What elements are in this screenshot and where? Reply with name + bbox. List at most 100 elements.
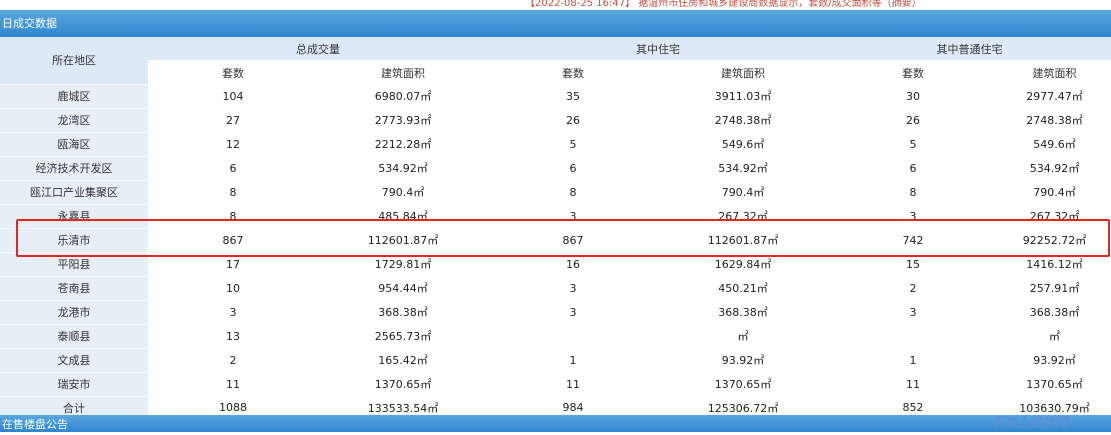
- table-cell: 6: [828, 156, 998, 180]
- group-header-residential: 其中住宅: [488, 37, 828, 61]
- table-cell: 267.32㎡: [998, 204, 1111, 228]
- table-row: 瓯海区 12 2212.28㎡ 5 549.6㎡ 5 549.6㎡: [0, 131, 1111, 156]
- region-name: 瓯江口产业集聚区: [0, 179, 148, 204]
- table-cell: 867: [488, 228, 658, 252]
- subheader-count: 套数: [828, 60, 998, 84]
- table-cell: 13: [148, 324, 318, 348]
- table-cell: 2773.93㎡: [318, 108, 488, 132]
- table-cell: 3: [828, 204, 998, 228]
- table-cell: 8: [148, 204, 318, 228]
- table-row: 鹿城区 104 6980.07㎡ 35 3911.03㎡ 30 2977.47㎡: [0, 83, 1111, 108]
- table-cell: 8: [828, 180, 998, 204]
- table-cell: 2748.38㎡: [658, 108, 828, 132]
- region-name: 瑞安市: [0, 371, 148, 396]
- table-cell: 267.32㎡: [658, 204, 828, 228]
- table-cell: 3: [148, 300, 318, 324]
- table-row: 苍南县 10 954.44㎡ 3 450.21㎡ 2 257.91㎡: [0, 275, 1111, 300]
- table-cell: 485.84㎡: [318, 204, 488, 228]
- section-title: 日成交数据: [2, 17, 57, 30]
- table-cell: 790.4㎡: [318, 180, 488, 204]
- table-cell: 534.92㎡: [658, 156, 828, 180]
- group-header-total: 总成交量: [148, 37, 488, 61]
- watermark: 乐清上班族网: [990, 416, 1069, 431]
- table-cell: 93.92㎡: [998, 348, 1111, 372]
- table-row: 平阳县 17 1729.81㎡ 16 1629.84㎡ 15 1416.12㎡: [0, 251, 1111, 276]
- subheader-count: 套数: [148, 60, 318, 84]
- table-row: 文成县 2 165.42㎡ 1 93.92㎡ 1 93.92㎡: [0, 347, 1111, 372]
- region-header: 所在地区: [0, 37, 148, 84]
- table-cell: 17: [148, 252, 318, 276]
- table-cell: 35: [488, 84, 658, 108]
- table-cell: 3: [488, 204, 658, 228]
- table-cell: 368.38㎡: [998, 300, 1111, 324]
- table-row: 瓯江口产业集聚区 8 790.4㎡ 8 790.4㎡ 8 790.4㎡: [0, 179, 1111, 204]
- table-cell: 3911.03㎡: [658, 84, 828, 108]
- table-cell: 15: [828, 252, 998, 276]
- table-row: 永嘉县 8 485.84㎡ 3 267.32㎡ 3 267.32㎡: [0, 203, 1111, 228]
- transaction-table: 所在地区 总成交量 其中住宅 其中普通住宅 套数 建筑面积 套数 建筑面积 套数…: [0, 37, 1111, 420]
- table-cell: 1729.81㎡: [318, 252, 488, 276]
- region-name: 瓯海区: [0, 131, 148, 156]
- table-cell: 16: [488, 252, 658, 276]
- subheader-area: 建筑面积: [658, 60, 828, 84]
- table-cell: 112601.87㎡: [658, 228, 828, 252]
- table-cell: 93.92㎡: [658, 348, 828, 372]
- subheader-count: 套数: [488, 60, 658, 84]
- table-cell: 1416.12㎡: [998, 252, 1111, 276]
- table-cell: 2748.38㎡: [998, 108, 1111, 132]
- table-cell: 11: [148, 372, 318, 396]
- table-cell: 450.21㎡: [658, 276, 828, 300]
- table-cell: 5: [488, 132, 658, 156]
- table-cell: 8: [148, 180, 318, 204]
- table-cell: 1370.65㎡: [998, 372, 1111, 396]
- region-name: 永嘉县: [0, 203, 148, 228]
- table-cell: [828, 324, 998, 348]
- subheader-area: 建筑面积: [318, 60, 488, 84]
- table-cell: 2212.28㎡: [318, 132, 488, 156]
- table-cell: 26: [828, 108, 998, 132]
- region-name: 龙港市: [0, 299, 148, 324]
- table-cell: 790.4㎡: [998, 180, 1111, 204]
- group-header-ordinary-residential: 其中普通住宅: [828, 37, 1111, 61]
- table-row: 瑞安市 11 1370.65㎡ 11 1370.65㎡ 11 1370.65㎡: [0, 371, 1111, 396]
- region-name: 平阳县: [0, 251, 148, 276]
- footer-section-header: 在售楼盘公告: [0, 415, 1111, 432]
- region-name: 鹿城区: [0, 83, 148, 108]
- news-ticker[interactable]: 【2022-08-25 16:47】 据温州市住房和城乡建设局数据显示，套数/成…: [525, 0, 922, 9]
- table-cell: 26: [488, 108, 658, 132]
- table-cell: 112601.87㎡: [318, 228, 488, 252]
- table-row: 龙港市 3 368.38㎡ 3 368.38㎡ 3 368.38㎡: [0, 299, 1111, 324]
- section-header: 日成交数据: [0, 10, 1111, 37]
- table-cell: 549.6㎡: [658, 132, 828, 156]
- region-name: 泰顺县: [0, 323, 148, 348]
- table-row: 泰顺县 13 2565.73㎡ ㎡ ㎡: [0, 323, 1111, 348]
- table-cell: 742: [828, 228, 998, 252]
- region-name: 文成县: [0, 347, 148, 372]
- table-cell: 549.6㎡: [998, 132, 1111, 156]
- table-cell: 3: [828, 300, 998, 324]
- top-ticker-strip: 【2022-08-25 16:47】 据温州市住房和城乡建设局数据显示，套数/成…: [0, 0, 1111, 10]
- region-name: 龙湾区: [0, 107, 148, 132]
- table-cell: 1: [828, 348, 998, 372]
- table-cell: 12: [148, 132, 318, 156]
- table-cell: 11: [828, 372, 998, 396]
- table-cell: 368.38㎡: [658, 300, 828, 324]
- table-cell: [488, 324, 658, 348]
- table-cell: 165.42㎡: [318, 348, 488, 372]
- table-cell: 2: [148, 348, 318, 372]
- table-cell: 534.92㎡: [998, 156, 1111, 180]
- table-cell: 1370.65㎡: [318, 372, 488, 396]
- table-cell: 92252.72㎡: [998, 228, 1111, 252]
- table-cell: 2977.47㎡: [998, 84, 1111, 108]
- transaction-table-wrap: 所在地区 总成交量 其中住宅 其中普通住宅 套数 建筑面积 套数 建筑面积 套数…: [0, 37, 1111, 420]
- table-row: 龙湾区 27 2773.93㎡ 26 2748.38㎡ 26 2748.38㎡: [0, 107, 1111, 132]
- table-cell: 5: [828, 132, 998, 156]
- subheader-area: 建筑面积: [998, 60, 1111, 84]
- table-cell: 27: [148, 108, 318, 132]
- table-cell: 257.91㎡: [998, 276, 1111, 300]
- table-cell: 6: [488, 156, 658, 180]
- region-name: 经济技术开发区: [0, 155, 148, 180]
- table-cell: 1629.84㎡: [658, 252, 828, 276]
- table-row: 经济技术开发区 6 534.92㎡ 6 534.92㎡ 6 534.92㎡: [0, 155, 1111, 180]
- table-cell: 3: [488, 276, 658, 300]
